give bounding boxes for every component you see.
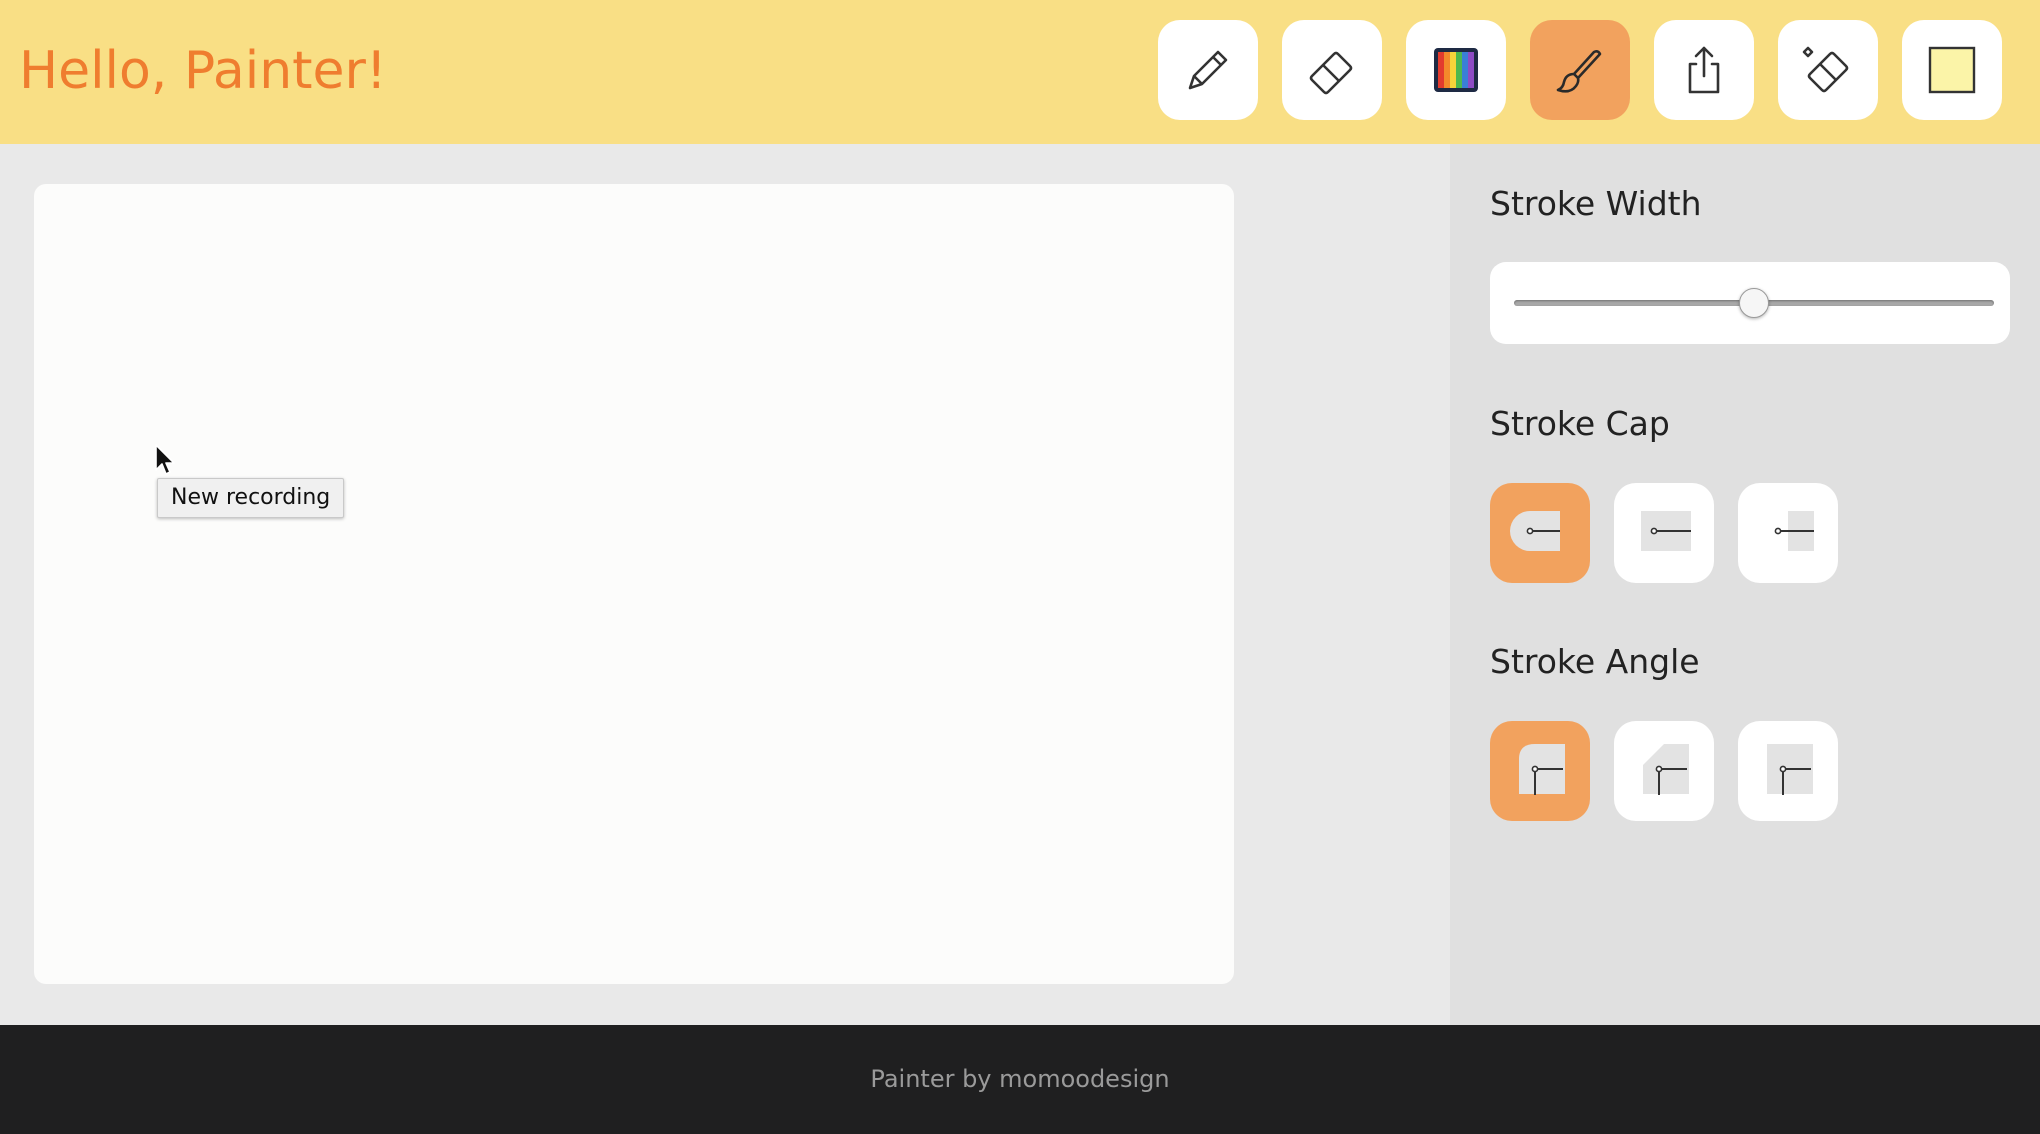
join-round-button[interactable]: [1490, 721, 1590, 821]
brush-icon: [1552, 42, 1608, 98]
pencil-icon: [1180, 42, 1236, 98]
pencil-tool-button[interactable]: [1158, 20, 1258, 120]
butt-cap-icon: [1629, 506, 1699, 560]
join-miter-button[interactable]: [1738, 721, 1838, 821]
clear-canvas-button[interactable]: [1778, 20, 1878, 120]
stroke-width-slider[interactable]: [1490, 262, 2010, 344]
cap-square-button[interactable]: [1738, 483, 1838, 583]
export-button[interactable]: [1654, 20, 1754, 120]
footer: Painter by momoodesign: [0, 1025, 2040, 1134]
square-cap-icon: [1753, 506, 1823, 560]
cap-round-button[interactable]: [1490, 483, 1590, 583]
footer-credit: Painter by momoodesign: [870, 1065, 1170, 1093]
settings-panel: Stroke Width Stroke Cap Stroke Angle: [1450, 144, 2040, 1025]
background-color-button[interactable]: [1902, 20, 2002, 120]
bevel-join-icon: [1629, 739, 1699, 803]
eraser-icon: [1304, 42, 1360, 98]
stroke-cap-title: Stroke Cap: [1490, 404, 1670, 443]
workspace: [0, 144, 1450, 1025]
miter-join-icon: [1753, 739, 1823, 803]
eraser-tool-button[interactable]: [1282, 20, 1382, 120]
join-bevel-button[interactable]: [1614, 721, 1714, 821]
stroke-width-title: Stroke Width: [1490, 184, 1702, 223]
cap-butt-button[interactable]: [1614, 483, 1714, 583]
top-toolbar: Hello, Painter!: [0, 0, 2040, 144]
app-title: Hello, Painter!: [19, 41, 387, 101]
color-swatch-icon: [1924, 42, 1980, 98]
share-icon: [1676, 42, 1732, 98]
tooltip: New recording: [157, 478, 345, 518]
round-join-icon: [1505, 739, 1575, 803]
brush-tool-button[interactable]: [1530, 20, 1630, 120]
rainbow-palette-icon: [1428, 42, 1484, 98]
mouse-pointer-icon: [155, 444, 177, 476]
round-cap-icon: [1505, 506, 1575, 560]
color-tool-button[interactable]: [1406, 20, 1506, 120]
stroke-angle-title: Stroke Angle: [1490, 642, 1700, 681]
eraser-sparkle-icon: [1800, 42, 1856, 98]
slider-thumb[interactable]: [1739, 288, 1769, 318]
drawing-canvas[interactable]: [34, 184, 1234, 984]
